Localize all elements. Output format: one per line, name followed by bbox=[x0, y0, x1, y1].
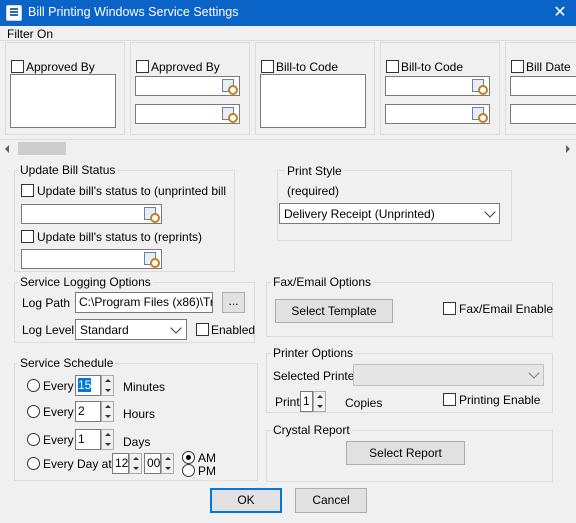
every-days-radio[interactable] bbox=[27, 433, 40, 446]
crystal-report-label: Crystal Report bbox=[271, 423, 352, 437]
minute-spinner-input[interactable]: 00 bbox=[144, 453, 161, 474]
print-label: Print bbox=[275, 395, 300, 409]
hours-spinner-buttons[interactable] bbox=[101, 401, 114, 422]
scroll-left-icon[interactable] bbox=[5, 145, 9, 153]
bill-date-from-input[interactable] bbox=[510, 76, 576, 96]
hours-label: Hours bbox=[123, 407, 156, 421]
filter-scrollbar[interactable] bbox=[0, 140, 576, 157]
every-hours-radio[interactable] bbox=[27, 405, 40, 418]
ok-button[interactable]: OK bbox=[210, 488, 282, 513]
log-level-label: Log Level bbox=[22, 323, 75, 337]
bill-date-checkbox[interactable] bbox=[511, 60, 524, 73]
am-label: AM bbox=[198, 451, 216, 465]
minute-spinner-buttons[interactable] bbox=[161, 453, 174, 474]
print-style-select[interactable]: Delivery Receipt (Unprinted) bbox=[279, 203, 500, 224]
title-bar: Bill Printing Windows Service Settings ✕ bbox=[0, 0, 576, 26]
copies-label: Copies bbox=[345, 396, 383, 410]
log-path-label: Log Path bbox=[22, 296, 71, 310]
service-logging-label: Service Logging Options bbox=[18, 275, 153, 289]
lookup-icon[interactable] bbox=[221, 78, 238, 95]
scrollbar-thumb[interactable] bbox=[18, 142, 66, 155]
every-label: Every bbox=[43, 379, 74, 393]
every-label: Every bbox=[43, 405, 74, 419]
bill-date-label: Bill Date bbox=[526, 60, 571, 74]
browse-button[interactable]: ... bbox=[222, 292, 245, 313]
update-unprinted-checkbox[interactable] bbox=[21, 184, 34, 197]
update-reprints-checkbox[interactable] bbox=[21, 230, 34, 243]
window-title: Bill Printing Windows Service Settings bbox=[28, 5, 239, 19]
approved-by-2-checkbox[interactable] bbox=[136, 60, 149, 73]
update-bill-status-label: Update Bill Status bbox=[18, 163, 118, 177]
log-path-input[interactable]: C:\Program Files (x86)\Tr bbox=[75, 292, 213, 313]
bill-to-code-2-label: Bill-to Code bbox=[401, 60, 464, 74]
lookup-icon[interactable] bbox=[143, 206, 160, 223]
lookup-icon[interactable] bbox=[143, 251, 160, 268]
fax-email-enable-label: Fax/Email Enable bbox=[459, 302, 554, 316]
bill-to-code-1-label: Bill-to Code bbox=[276, 60, 339, 74]
service-schedule-label: Service Schedule bbox=[18, 356, 116, 370]
every-day-at-radio[interactable] bbox=[27, 457, 40, 470]
fax-email-enable-checkbox[interactable] bbox=[443, 302, 456, 315]
select-template-button[interactable]: Select Template bbox=[275, 299, 393, 323]
printer-options-label: Printer Options bbox=[271, 346, 356, 360]
printing-enable-checkbox[interactable] bbox=[443, 393, 456, 406]
pm-radio[interactable] bbox=[182, 464, 195, 477]
days-spinner-buttons[interactable] bbox=[101, 429, 114, 450]
lookup-icon[interactable] bbox=[221, 106, 238, 123]
minutes-value: 15 bbox=[78, 378, 92, 392]
approved-by-1-list[interactable] bbox=[10, 74, 116, 128]
bill-to-code-1-list[interactable] bbox=[260, 74, 366, 128]
cancel-button[interactable]: Cancel bbox=[295, 488, 367, 513]
every-label: Every bbox=[43, 433, 74, 447]
selected-printer-label: Selected Printer bbox=[273, 369, 359, 383]
fax-email-label: Fax/Email Options bbox=[271, 275, 374, 289]
update-reprints-input[interactable] bbox=[21, 249, 162, 269]
days-spinner-input[interactable]: 1 bbox=[75, 429, 101, 450]
minutes-spinner-input[interactable]: 15 bbox=[75, 375, 101, 396]
print-style-required-label: (required) bbox=[287, 184, 340, 198]
am-radio[interactable] bbox=[182, 451, 195, 464]
lookup-icon[interactable] bbox=[471, 78, 488, 95]
approved-by-1-checkbox[interactable] bbox=[11, 60, 24, 73]
every-minutes-radio[interactable] bbox=[27, 379, 40, 392]
close-icon[interactable]: ✕ bbox=[548, 2, 572, 24]
app-icon bbox=[6, 5, 22, 21]
scroll-right-icon[interactable] bbox=[566, 145, 570, 153]
printing-enable-label: Printing Enable bbox=[459, 393, 541, 407]
print-style-value: Delivery Receipt (Unprinted) bbox=[284, 207, 435, 221]
hour-spinner-input[interactable]: 12 bbox=[112, 453, 129, 474]
hours-spinner-input[interactable]: 2 bbox=[75, 401, 101, 422]
bill-to-code-2-checkbox[interactable] bbox=[386, 60, 399, 73]
approved-by-2-label: Approved By bbox=[151, 60, 220, 74]
update-unprinted-input[interactable] bbox=[21, 204, 162, 224]
pm-label: PM bbox=[198, 464, 216, 478]
update-unprinted-label: Update bill's status to (unprinted bill bbox=[37, 184, 227, 198]
minutes-label: Minutes bbox=[123, 380, 166, 394]
select-report-button[interactable]: Select Report bbox=[346, 441, 465, 465]
minutes-spinner-buttons[interactable] bbox=[101, 375, 114, 396]
print-style-label: Print Style bbox=[285, 164, 344, 178]
selected-printer-select[interactable] bbox=[353, 364, 544, 386]
logging-enabled-checkbox[interactable] bbox=[196, 323, 209, 336]
copies-spinner-buttons[interactable] bbox=[313, 391, 326, 412]
log-level-select[interactable]: Standard bbox=[75, 319, 187, 340]
log-level-value: Standard bbox=[80, 323, 129, 337]
update-reprints-label: Update bill's status to (reprints) bbox=[37, 230, 203, 244]
days-label: Days bbox=[123, 435, 151, 449]
filter-on-label: Filter On bbox=[7, 27, 54, 41]
hour-spinner-buttons[interactable] bbox=[129, 453, 142, 474]
logging-enabled-label: Enabled bbox=[211, 323, 256, 337]
lookup-icon[interactable] bbox=[471, 106, 488, 123]
copies-spinner-input[interactable]: 1 bbox=[300, 391, 313, 412]
every-day-at-label: Every Day at bbox=[43, 457, 112, 471]
bill-date-to-input[interactable] bbox=[510, 104, 576, 124]
bill-to-code-1-checkbox[interactable] bbox=[261, 60, 274, 73]
approved-by-1-label: Approved By bbox=[26, 60, 95, 74]
